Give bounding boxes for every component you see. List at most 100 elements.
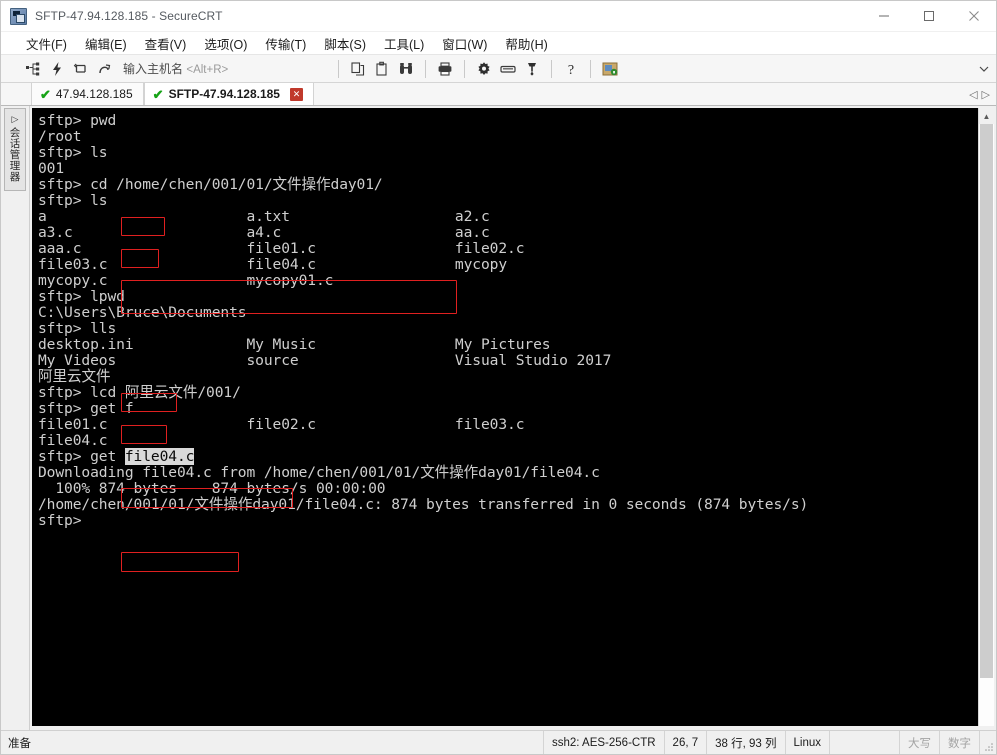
scroll-up-icon[interactable]: ▲ — [979, 108, 994, 124]
menu-file[interactable]: 文件(F) — [17, 32, 76, 55]
menu-script[interactable]: 脚本(S) — [315, 32, 375, 55]
secure-transfer-icon[interactable] — [598, 57, 622, 81]
terminal-line: /root — [38, 128, 82, 145]
terminal-line: sftp> cd /home/chen/001/01/文件操作day01/ — [38, 176, 383, 193]
status-emulation: Linux — [786, 731, 830, 754]
toolbar-separator-4 — [551, 59, 553, 78]
status-cursor-position: 26, 7 — [665, 731, 708, 754]
tab-session-sftp-47-94-128-185[interactable]: ✔ SFTP-47.94.128.185 ✕ — [143, 83, 314, 105]
terminal-line: sftp> lls — [38, 320, 117, 337]
terminal-line: desktop.ini My Music My Pictures — [38, 336, 551, 353]
find-icon[interactable] — [394, 57, 418, 81]
terminal-text: sftp> pwd/root sftp> ls 001 sftp> cd /home/… — [38, 113, 977, 529]
menu-edit[interactable]: 编辑(E) — [76, 32, 136, 55]
window-controls — [861, 1, 996, 32]
terminal-line: a a.txt a2.c — [38, 208, 490, 225]
session-manager-tab[interactable]: ▷ 会话管理器 — [4, 108, 26, 191]
terminal-line: aaa.c file01.c file02.c — [38, 240, 525, 257]
menu-transfer[interactable]: 传输(T) — [256, 32, 315, 55]
minimize-button[interactable] — [861, 1, 906, 32]
terminal-line: 100% 874 bytes 874 bytes/s 00:00:00 — [38, 480, 386, 497]
window-title: SFTP-47.94.128.185 - SecureCRT — [35, 9, 223, 23]
terminal-line: 001 — [38, 160, 65, 177]
status-num-lock: 数字 — [940, 731, 980, 754]
toolbar: 输入主机名 <Alt+R> ? — [1, 55, 996, 83]
keyboard-icon[interactable] — [496, 57, 520, 81]
scroll-track[interactable] — [979, 124, 994, 726]
terminal-line: sftp> ls — [38, 192, 108, 209]
title-bar: SFTP-47.94.128.185 - SecureCRT — [1, 1, 996, 32]
terminal-line: mycopy.c mycopy01.c — [38, 272, 334, 289]
menu-view[interactable]: 查看(V) — [136, 32, 196, 55]
menu-tools[interactable]: 工具(L) — [375, 32, 433, 55]
reconnect-icon[interactable] — [69, 57, 93, 81]
key-icon[interactable] — [520, 57, 544, 81]
close-button[interactable] — [951, 1, 996, 32]
terminal-line: sftp> get file04.c — [38, 448, 195, 465]
expand-arrow-icon: ▷ — [11, 114, 19, 124]
session-manager-rail: ▷ 会话管理器 — [1, 106, 30, 730]
terminal-line: /home/chen/001/01/文件操作day01/file04.c: 87… — [38, 496, 809, 513]
tab-label: SFTP-47.94.128.185 — [168, 87, 280, 101]
terminal-line: file01.c file02.c file03.c — [38, 416, 525, 433]
green-check-icon: ✔ — [40, 86, 51, 102]
terminal-screen[interactable]: sftp> pwd/root sftp> ls 001 sftp> cd /home/… — [32, 108, 978, 726]
terminal-line: sftp> lcd 阿里云文件/001/ — [38, 384, 241, 401]
scroll-thumb[interactable] — [980, 124, 993, 678]
menu-options[interactable]: 选项(O) — [195, 32, 256, 55]
terminal-line: sftp> ls — [38, 144, 108, 161]
terminal-line: file04.c — [38, 432, 108, 449]
resize-grip-icon[interactable] — [980, 731, 996, 754]
hostname-placeholder: 输入主机名 — [123, 62, 184, 76]
tab-strip: ✔ 47.94.128.185 ✔ SFTP-47.94.128.185 ✕ ◁… — [1, 83, 996, 106]
toolbar-overflow-icon[interactable] — [972, 57, 996, 81]
toolbar-separator-2 — [425, 59, 427, 78]
securecrt-window: SFTP-47.94.128.185 - SecureCRT 文件(F) 编辑(… — [0, 0, 997, 755]
paste-icon[interactable] — [370, 57, 394, 81]
status-screen-size: 38 行, 93 列 — [707, 731, 786, 754]
disconnect-icon[interactable] — [93, 57, 117, 81]
menu-window[interactable]: 窗口(W) — [433, 32, 496, 55]
settings-gear-icon[interactable] — [472, 57, 496, 81]
terminal-scrollbar[interactable]: ▲ — [978, 108, 994, 726]
anno-get-file — [121, 552, 239, 572]
terminal-line: sftp> pwd — [38, 112, 117, 129]
terminal-line: My Videos source Visual Studio 2017 — [38, 352, 612, 369]
toolbar-separator-3 — [464, 59, 466, 78]
new-session-icon[interactable] — [21, 57, 45, 81]
tab-label: 47.94.128.185 — [55, 87, 133, 101]
hostname-hotkey: <Alt+R> — [186, 64, 229, 76]
tab-close-icon[interactable]: ✕ — [289, 87, 303, 101]
status-caps-lock: 大写 — [900, 731, 940, 754]
copy-icon[interactable] — [346, 57, 370, 81]
tab-prev-icon[interactable]: ◁ — [969, 88, 977, 101]
terminal-wrapper: sftp> pwd/root sftp> ls 001 sftp> cd /home/… — [30, 106, 996, 730]
tab-nav: ◁ ▷ — [969, 83, 996, 105]
terminal-line: Downloading file04.c from /home/chen/001… — [38, 464, 600, 481]
help-icon[interactable]: ? — [559, 57, 583, 81]
toolbar-separator-5 — [590, 59, 592, 78]
terminal-line: sftp> — [38, 512, 91, 529]
tab-strip-spacer — [314, 83, 969, 105]
hostname-input[interactable]: 输入主机名 <Alt+R> — [123, 60, 228, 77]
status-spacer — [830, 731, 900, 754]
main-body: ▷ 会话管理器 sftp> pwd/root sftp> ls 001 sftp> c… — [1, 106, 996, 730]
menu-bar: 文件(F) 编辑(E) 查看(V) 选项(O) 传输(T) 脚本(S) 工具(L… — [1, 32, 996, 55]
svg-text:?: ? — [568, 63, 574, 77]
terminal-line: file03.c file04.c mycopy — [38, 256, 508, 273]
print-icon[interactable] — [433, 57, 457, 81]
terminal-line: sftp> lpwd — [38, 288, 125, 305]
green-check-icon: ✔ — [152, 86, 164, 102]
status-bar: 准备 ssh2: AES-256-CTR 26, 7 38 行, 93 列 Li… — [1, 730, 996, 754]
menu-help[interactable]: 帮助(H) — [496, 32, 556, 55]
tab-next-icon[interactable]: ▷ — [982, 88, 990, 101]
maximize-button[interactable] — [906, 1, 951, 32]
securecrt-app-icon — [10, 7, 27, 25]
terminal-line: C:\Users\Bruce\Documents — [38, 304, 247, 321]
terminal-selection: file04.c — [124, 448, 195, 465]
tab-session-47-94-128-185[interactable]: ✔ 47.94.128.185 — [31, 83, 144, 105]
terminal-line: a3.c a4.c aa.c — [38, 224, 490, 241]
status-cipher: ssh2: AES-256-CTR — [544, 731, 665, 754]
quick-connect-icon[interactable] — [45, 57, 69, 81]
terminal-line: sftp> get f — [38, 400, 134, 417]
